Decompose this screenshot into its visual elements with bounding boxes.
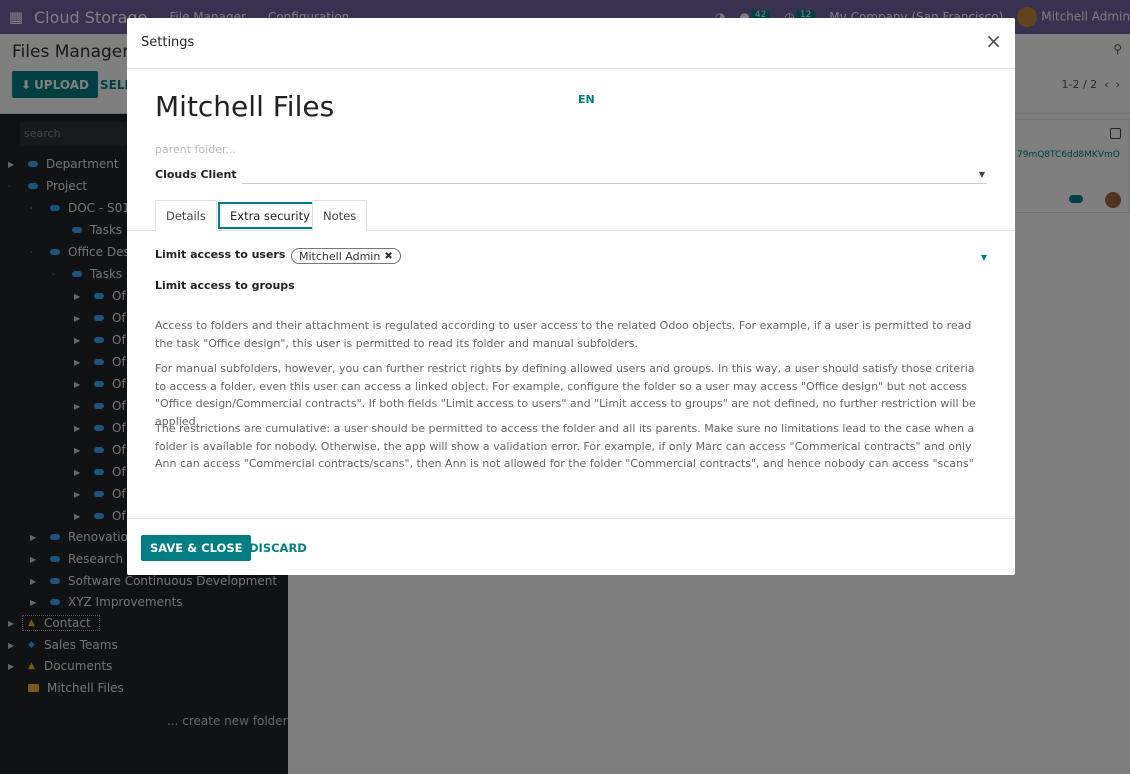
notebook-tabs: Details Extra security Notes (127, 200, 1015, 231)
tab-notes[interactable]: Notes (312, 200, 368, 231)
caret-down-icon[interactable]: ▼ (981, 253, 987, 262)
tab-extra-security[interactable]: Extra security (218, 202, 322, 229)
close-icon[interactable]: × (985, 31, 1002, 51)
remove-tag-icon[interactable]: ✖ (384, 251, 392, 262)
tab-details[interactable]: Details (155, 200, 217, 231)
language-button[interactable]: EN (578, 93, 595, 106)
limit-groups-label: Limit access to groups (155, 279, 295, 292)
dialog-footer: SAVE & CLOSE DISCARD (127, 518, 1015, 575)
caret-down-icon[interactable]: ▼ (979, 170, 985, 179)
user-tag-label: Mitchell Admin (299, 249, 381, 263)
user-tag: Mitchell Admin ✖ (291, 248, 401, 264)
help-paragraph: Access to folders and their attachment i… (155, 319, 972, 350)
limit-users-label: Limit access to users (155, 248, 286, 261)
settings-dialog: Settings × Mitchell Files EN parent fold… (127, 18, 1015, 575)
dialog-title: Settings (141, 35, 195, 50)
clouds-client-label: Clouds Client (155, 168, 237, 181)
discard-button[interactable]: DISCARD (249, 541, 307, 555)
clouds-client-select[interactable]: ▼ (242, 164, 987, 184)
save-close-button[interactable]: SAVE & CLOSE (141, 535, 252, 561)
help-paragraph: The restrictions are cumulative: a user … (155, 422, 975, 470)
record-name-field[interactable]: Mitchell Files (155, 90, 334, 123)
parent-folder-input[interactable]: parent folder... (155, 143, 236, 156)
dialog-header: Settings × (127, 18, 1015, 69)
